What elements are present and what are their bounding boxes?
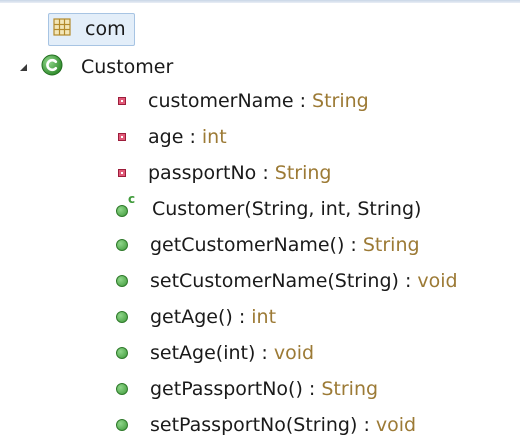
tree-item-method[interactable]: getPassportNo() : String — [116, 372, 378, 406]
public-method-icon — [116, 311, 128, 323]
member-type-separator: : — [183, 126, 202, 148]
tree-item-field[interactable]: passportNo : String — [116, 156, 331, 190]
member-label: getAge() : int — [150, 306, 276, 328]
member-type-separator: : — [293, 90, 313, 112]
member-type-separator: : — [255, 342, 274, 364]
member-type-separator: : — [232, 306, 252, 328]
member-label: getCustomerName() : String — [150, 234, 420, 256]
member-label: setAge(int) : void — [150, 342, 314, 364]
member-type-separator: : — [344, 234, 363, 256]
public-method-icon — [116, 239, 128, 251]
member-name: getPassportNo() — [150, 378, 303, 400]
tree-item-field[interactable]: customerName : String — [116, 84, 369, 118]
public-method-icon — [116, 205, 128, 217]
member-label: Customer(String, int, String) — [152, 198, 421, 220]
public-method-icon — [116, 275, 128, 287]
member-type-separator: : — [302, 378, 322, 400]
private-field-icon — [118, 97, 126, 105]
member-type: String — [312, 90, 369, 112]
constructor-badge: c — [128, 192, 136, 206]
tree-item-method[interactable]: getCustomerName() : String — [116, 228, 420, 262]
private-field-icon — [118, 133, 126, 141]
tree-item-package[interactable]: com — [48, 12, 135, 46]
member-name: Customer(String, int, String) — [152, 198, 422, 220]
constructor-icon: c — [116, 192, 135, 217]
member-label: setCustomerName(String) : void — [150, 270, 458, 292]
member-name: getAge() — [150, 306, 233, 328]
member-name: customerName — [148, 90, 294, 112]
package-icon — [53, 18, 71, 40]
tree-item-constructor[interactable]: c Customer(String, int, String) — [116, 192, 421, 226]
private-field-icon — [118, 169, 126, 177]
public-method-icon — [116, 347, 128, 359]
member-type: String — [362, 234, 420, 256]
member-label: setPassportNo(String) : void — [150, 414, 416, 436]
member-label: getPassportNo() : String — [150, 378, 378, 400]
tree-item-method[interactable]: setAge(int) : void — [116, 336, 314, 370]
member-type: void — [417, 270, 458, 292]
member-type-separator: : — [398, 270, 418, 292]
member-type: String — [321, 378, 379, 400]
member-name: age — [148, 126, 184, 148]
class-icon — [41, 54, 63, 80]
public-method-icon — [116, 383, 128, 395]
member-type: String — [274, 162, 332, 184]
member-name: setAge(int) — [150, 342, 256, 364]
member-type: int — [201, 126, 227, 148]
member-name: setCustomerName(String) — [150, 270, 399, 292]
expanded-triangle-icon[interactable] — [20, 63, 27, 71]
member-name: getCustomerName() — [150, 234, 345, 256]
tree-item-field[interactable]: age : int — [116, 120, 227, 154]
member-type: int — [251, 306, 277, 328]
class-label: Customer — [81, 56, 174, 78]
tree-item-method[interactable]: getAge() : int — [116, 300, 276, 334]
package-label: com — [85, 18, 126, 40]
selected-package-node[interactable]: com — [48, 12, 135, 46]
outline-tree: com Customer customerName : String age : … — [0, 0, 520, 440]
member-label: age : int — [148, 126, 227, 148]
member-name: setPassportNo(String) — [150, 414, 358, 436]
member-name: passportNo — [148, 162, 257, 184]
public-method-icon — [116, 419, 128, 431]
tree-item-method[interactable]: setPassportNo(String) : void — [116, 408, 416, 442]
member-type: void — [273, 342, 315, 364]
member-type: void — [375, 414, 417, 436]
tree-item-class[interactable]: Customer — [0, 50, 173, 84]
member-label: customerName : String — [148, 90, 369, 112]
tree-item-method[interactable]: setCustomerName(String) : void — [116, 264, 458, 298]
member-type-separator: : — [357, 414, 376, 436]
member-type-separator: : — [256, 162, 275, 184]
member-label: passportNo : String — [148, 162, 331, 184]
